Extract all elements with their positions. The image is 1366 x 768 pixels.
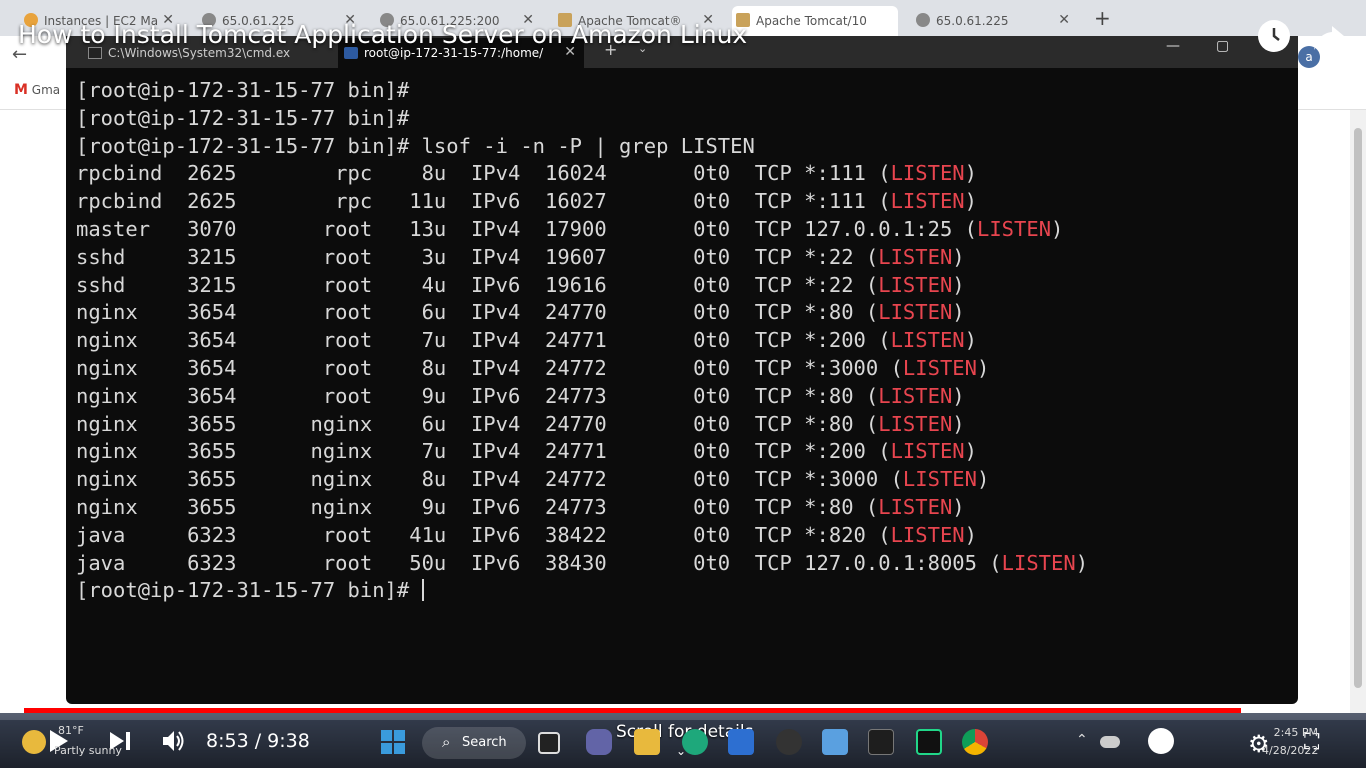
- minimize-button[interactable]: —: [1166, 38, 1180, 54]
- maximize-button[interactable]: ▢: [1216, 38, 1229, 54]
- taskbar-search[interactable]: ⌕ Search: [422, 727, 526, 759]
- gmail-icon: M: [14, 82, 28, 98]
- terminal-prompt-line: [root@ip-172-31-15-77 bin]#: [76, 105, 410, 130]
- browser-tab-tomcat-10[interactable]: Apache Tomcat/10: [732, 6, 898, 36]
- weather-sun-icon: [22, 730, 46, 754]
- windows-start-icon[interactable]: [380, 729, 406, 755]
- browser-tab-label: 65.0.61.225: [936, 14, 1009, 28]
- terminal-text: [root@ip-172-31-15-77 bin]# [root@ip-172-…: [76, 77, 1088, 605]
- teams-chat-icon[interactable]: [586, 729, 612, 755]
- watch-later-icon[interactable]: [1258, 20, 1290, 52]
- lsof-output-row: master 3070 root 13u IPv4 17900 0t0 TCP …: [76, 216, 1064, 241]
- listen-state: LISTEN: [878, 411, 953, 436]
- share-icon[interactable]: [1312, 20, 1346, 54]
- search-icon: ⌕: [442, 733, 451, 751]
- bookmark-label: Gma: [31, 83, 61, 97]
- listen-state: LISTEN: [890, 161, 965, 186]
- lsof-output-row: sshd 3215 root 4u IPv6 19616 0t0 TCP *:2…: [76, 272, 965, 297]
- lsof-output-row: rpcbind 2625 rpc 8u IPv4 16024 0t0 TCP *…: [76, 161, 977, 186]
- globe-icon: [916, 13, 930, 27]
- terminal-active-prompt: [root@ip-172-31-15-77 bin]#: [76, 578, 424, 603]
- lsof-output-row: nginx 3654 root 9u IPv6 24773 0t0 TCP *:…: [76, 383, 965, 408]
- lsof-output-row: rpcbind 2625 rpc 11u IPv6 16027 0t0 TCP …: [76, 189, 977, 214]
- volume-button[interactable]: [160, 728, 186, 758]
- listen-state: LISTEN: [890, 522, 965, 547]
- close-icon[interactable]: ✕: [1058, 12, 1070, 28]
- listen-state: LISTEN: [878, 383, 953, 408]
- listen-state: LISTEN: [890, 439, 965, 464]
- listen-state: LISTEN: [1001, 550, 1076, 575]
- edge-icon[interactable]: [682, 729, 708, 755]
- terminal-prompt-line: [root@ip-172-31-15-77 bin]#: [76, 78, 410, 102]
- text-cursor: [421, 579, 424, 602]
- listen-state: LISTEN: [878, 272, 953, 297]
- notepad-icon[interactable]: [822, 729, 848, 755]
- listen-state: LISTEN: [878, 244, 953, 269]
- listen-state: LISTEN: [902, 467, 977, 492]
- time-display: 8:53 / 9:38: [206, 730, 310, 752]
- chevron-up-icon[interactable]: ⌃: [1076, 732, 1102, 758]
- listen-state: LISTEN: [878, 300, 953, 325]
- taskbar-clock[interactable]: 2:45 PM: [1266, 726, 1318, 739]
- listen-state: LISTEN: [890, 328, 965, 353]
- onedrive-icon[interactable]: [1100, 736, 1120, 748]
- page-scrollbar[interactable]: [1350, 110, 1366, 720]
- miniplayer-play-icon[interactable]: [1148, 728, 1174, 754]
- lsof-output-row: java 6323 root 41u IPv6 38422 0t0 TCP *:…: [76, 522, 977, 547]
- taskbar-date[interactable]: 4/28/2022: [1262, 744, 1318, 757]
- weather-desc: Partly sunny: [54, 744, 122, 757]
- browser-tab-ip-2[interactable]: 65.0.61.225 ✕: [912, 6, 1076, 36]
- lsof-output-row: nginx 3655 nginx 6u IPv4 24770 0t0 TCP *…: [76, 411, 965, 436]
- clock-icon: [1272, 28, 1280, 41]
- search-label: Search: [462, 735, 507, 750]
- weather-temp: 81°F: [58, 724, 84, 737]
- lsof-output-row: java 6323 root 50u IPv6 38430 0t0 TCP 12…: [76, 550, 1089, 575]
- media-app-icon[interactable]: [776, 729, 802, 755]
- listen-state: LISTEN: [878, 494, 953, 519]
- lsof-output-row: nginx 3654 root 8u IPv4 24772 0t0 TCP *:…: [76, 355, 990, 380]
- file-explorer-icon[interactable]: [634, 729, 660, 755]
- lsof-output-row: nginx 3655 nginx 8u IPv4 24772 0t0 TCP *…: [76, 467, 990, 492]
- lsof-output-row: sshd 3215 root 3u IPv4 19607 0t0 TCP *:2…: [76, 244, 965, 269]
- listen-state: LISTEN: [902, 355, 977, 380]
- lsof-output-row: nginx 3654 root 6u IPv4 24770 0t0 TCP *:…: [76, 300, 965, 325]
- volume-icon: [163, 731, 184, 751]
- browser-tab-label: Apache Tomcat/10: [756, 14, 867, 28]
- lsof-output-row: nginx 3655 nginx 7u IPv4 24771 0t0 TCP *…: [76, 439, 977, 464]
- terminal-app-icon[interactable]: [868, 729, 894, 755]
- terminal-prompt-line: [root@ip-172-31-15-77 bin]# lsof -i -n -…: [76, 133, 755, 158]
- listen-state: LISTEN: [976, 216, 1052, 241]
- task-view-icon[interactable]: [538, 732, 560, 754]
- store-icon[interactable]: [728, 729, 754, 755]
- scrollbar-thumb[interactable]: [1354, 128, 1362, 688]
- bookmark-gmail[interactable]: M Gma: [14, 82, 60, 98]
- lsof-output-row: nginx 3654 root 7u IPv4 24771 0t0 TCP *:…: [76, 328, 977, 353]
- lsof-output-row: nginx 3655 nginx 9u IPv6 24773 0t0 TCP *…: [76, 494, 965, 519]
- pycharm-icon[interactable]: [916, 729, 942, 755]
- listen-state: LISTEN: [890, 189, 965, 214]
- chrome-icon[interactable]: [962, 729, 988, 755]
- new-tab-button[interactable]: +: [1094, 6, 1111, 30]
- video-title[interactable]: How to Install Tomcat Application Server…: [18, 20, 747, 49]
